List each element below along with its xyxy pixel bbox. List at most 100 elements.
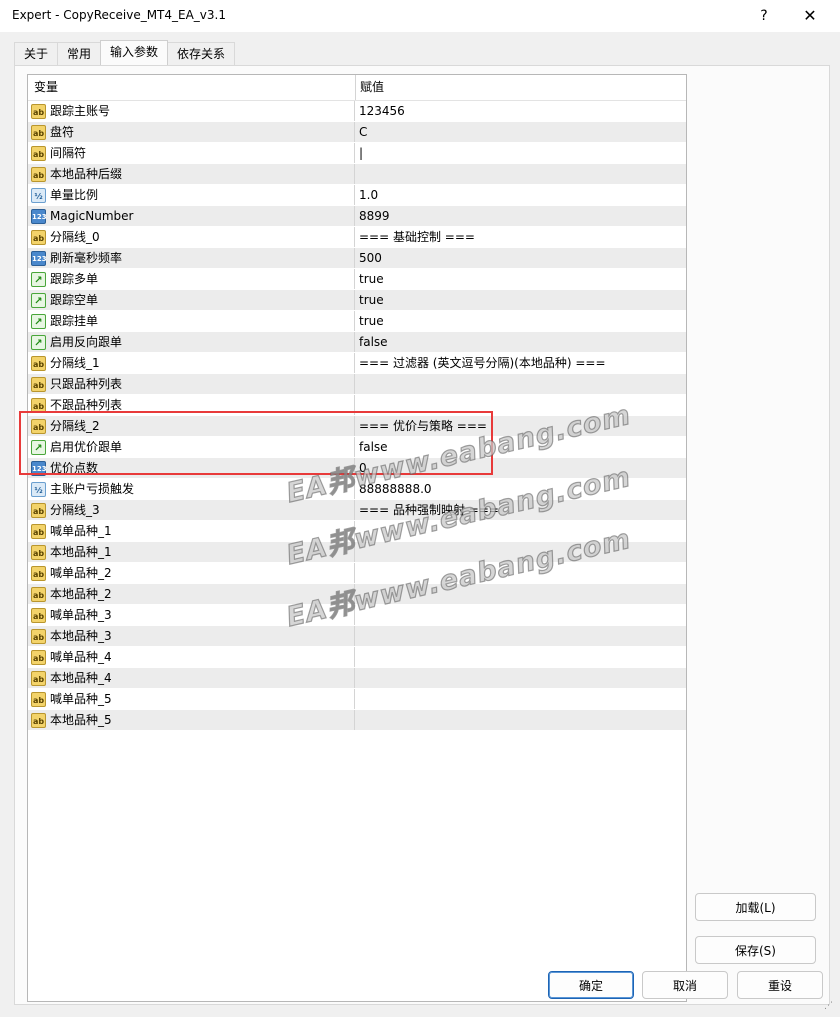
table-row[interactable]: ab 本地品种_4 (28, 668, 686, 689)
variable-cell: ↗ 跟踪空单 (28, 290, 355, 310)
variable-name: 跟踪主账号 (50, 104, 111, 118)
bool-type-icon: ↗ (31, 292, 46, 308)
variable-cell: ab 跟踪主账号 (28, 101, 355, 121)
bool-type-icon: ↗ (31, 439, 46, 455)
table-row[interactable]: 123 优价点数 0 (28, 458, 686, 479)
table-row[interactable]: ab 喊单品种_2 (28, 563, 686, 584)
value-cell[interactable]: 1.0 (355, 185, 686, 205)
table-row[interactable]: ½ 单量比例 1.0 (28, 185, 686, 206)
value-cell[interactable] (355, 521, 686, 541)
save-button[interactable]: 保存(S) (695, 936, 816, 964)
expert-properties-dialog: Expert - CopyReceive_MT4_EA_v3.1 ? ✕ 关于 … (0, 0, 840, 1017)
variable-cell: 123 优价点数 (28, 458, 355, 478)
table-row[interactable]: 123 MagicNumber 8899 (28, 206, 686, 227)
cancel-button[interactable]: 取消 (642, 971, 728, 999)
tab-common[interactable]: 常用 (57, 42, 102, 65)
variable-name: 刷新毫秒频率 (50, 251, 123, 265)
tab-strip: 关于 常用 输入参数 依存关系 (14, 40, 236, 66)
tab-dependencies[interactable]: 依存关系 (167, 42, 236, 65)
value-cell[interactable] (355, 164, 686, 184)
string-type-icon: ab (31, 397, 46, 413)
bool-type-icon: ↗ (31, 334, 46, 350)
table-row[interactable]: ab 分隔线_2 === 优价与策略 === (28, 416, 686, 437)
value-cell[interactable] (355, 626, 686, 646)
value-cell[interactable]: === 基础控制 === (355, 227, 686, 247)
table-row[interactable]: ↗ 启用反向跟单 false (28, 332, 686, 353)
value-cell[interactable] (355, 710, 686, 730)
table-row[interactable]: ab 间隔符 | (28, 143, 686, 164)
string-type-icon: ab (31, 544, 46, 560)
string-type-icon: ab (31, 712, 46, 728)
variable-name: 本地品种后缀 (50, 167, 123, 181)
value-cell[interactable]: true (355, 269, 686, 289)
variable-name: 分隔线_2 (50, 419, 100, 433)
variable-cell: ab 盘符 (28, 122, 355, 142)
table-row[interactable]: 123 刷新毫秒频率 500 (28, 248, 686, 269)
value-cell[interactable]: false (355, 332, 686, 352)
tab-about[interactable]: 关于 (14, 42, 59, 65)
table-row[interactable]: ab 不跟品种列表 (28, 395, 686, 416)
value-cell[interactable] (355, 647, 686, 667)
value-cell[interactable]: 123456 (355, 101, 686, 121)
variable-cell: ab 本地品种后缀 (28, 164, 355, 184)
column-header-variable[interactable]: 变量 (28, 75, 356, 100)
table-row[interactable]: ab 喊单品种_1 (28, 521, 686, 542)
variable-name: 本地品种_3 (50, 629, 112, 643)
value-cell[interactable]: true (355, 311, 686, 331)
value-cell[interactable] (355, 668, 686, 688)
table-row[interactable]: ab 只跟品种列表 (28, 374, 686, 395)
reset-button[interactable]: 重设 (737, 971, 823, 999)
table-row[interactable]: ab 分隔线_3 === 品种强制映射 === (28, 500, 686, 521)
variable-name: 分隔线_3 (50, 503, 100, 517)
value-cell[interactable]: true (355, 290, 686, 310)
tab-inputs[interactable]: 输入参数 (100, 40, 169, 65)
value-cell[interactable]: 88888888.0 (355, 479, 686, 499)
value-cell[interactable]: === 品种强制映射 === (355, 500, 686, 520)
table-row[interactable]: ab 喊单品种_4 (28, 647, 686, 668)
table-row[interactable]: ↗ 启用优价跟单 false (28, 437, 686, 458)
table-row[interactable]: ab 本地品种_2 (28, 584, 686, 605)
table-row[interactable]: ab 跟踪主账号 123456 (28, 101, 686, 122)
value-cell[interactable]: C (355, 122, 686, 142)
table-row[interactable]: ab 本地品种_3 (28, 626, 686, 647)
resize-grip-icon[interactable]: ⋰ (824, 1001, 834, 1011)
table-row[interactable]: ab 分隔线_0 === 基础控制 === (28, 227, 686, 248)
value-cell[interactable] (355, 542, 686, 562)
variable-name: 喊单品种_4 (50, 650, 112, 664)
variable-cell: ab 喊单品种_4 (28, 647, 355, 667)
table-row[interactable]: ab 盘符 C (28, 122, 686, 143)
value-cell[interactable]: === 优价与策略 === (355, 416, 686, 436)
title-bar: Expert - CopyReceive_MT4_EA_v3.1 ? ✕ (0, 0, 840, 33)
value-cell[interactable]: 0 (355, 458, 686, 478)
value-cell[interactable]: 8899 (355, 206, 686, 226)
table-row[interactable]: ↗ 跟踪空单 true (28, 290, 686, 311)
table-row[interactable]: ab 喊单品种_3 (28, 605, 686, 626)
table-row[interactable]: ab 本地品种_5 (28, 710, 686, 731)
value-cell[interactable] (355, 563, 686, 583)
value-cell[interactable]: 500 (355, 248, 686, 268)
table-row[interactable]: ab 本地品种_1 (28, 542, 686, 563)
value-cell[interactable]: === 过滤器 (英文逗号分隔)(本地品种) === (355, 353, 686, 373)
column-header-value[interactable]: 赋值 (356, 75, 686, 100)
value-cell[interactable] (355, 395, 686, 415)
load-button[interactable]: 加载(L) (695, 893, 816, 921)
help-icon[interactable]: ? (752, 4, 776, 28)
table-row[interactable]: ½ 主账户亏损触发 88888888.0 (28, 479, 686, 500)
string-type-icon: ab (31, 691, 46, 707)
ok-button[interactable]: 确定 (548, 971, 634, 999)
variable-name: 单量比例 (50, 188, 99, 202)
variable-name: 启用优价跟单 (50, 440, 123, 454)
variable-cell: ab 间隔符 (28, 143, 355, 163)
table-row[interactable]: ab 喊单品种_5 (28, 689, 686, 710)
table-row[interactable]: ↗ 跟踪挂单 true (28, 311, 686, 332)
table-row[interactable]: ↗ 跟踪多单 true (28, 269, 686, 290)
value-cell[interactable] (355, 374, 686, 394)
table-row[interactable]: ab 分隔线_1 === 过滤器 (英文逗号分隔)(本地品种) === (28, 353, 686, 374)
close-icon[interactable]: ✕ (798, 4, 822, 28)
value-cell[interactable] (355, 689, 686, 709)
table-row[interactable]: ab 本地品种后缀 (28, 164, 686, 185)
value-cell[interactable]: false (355, 437, 686, 457)
value-cell[interactable]: | (355, 143, 686, 163)
value-cell[interactable] (355, 605, 686, 625)
value-cell[interactable] (355, 584, 686, 604)
